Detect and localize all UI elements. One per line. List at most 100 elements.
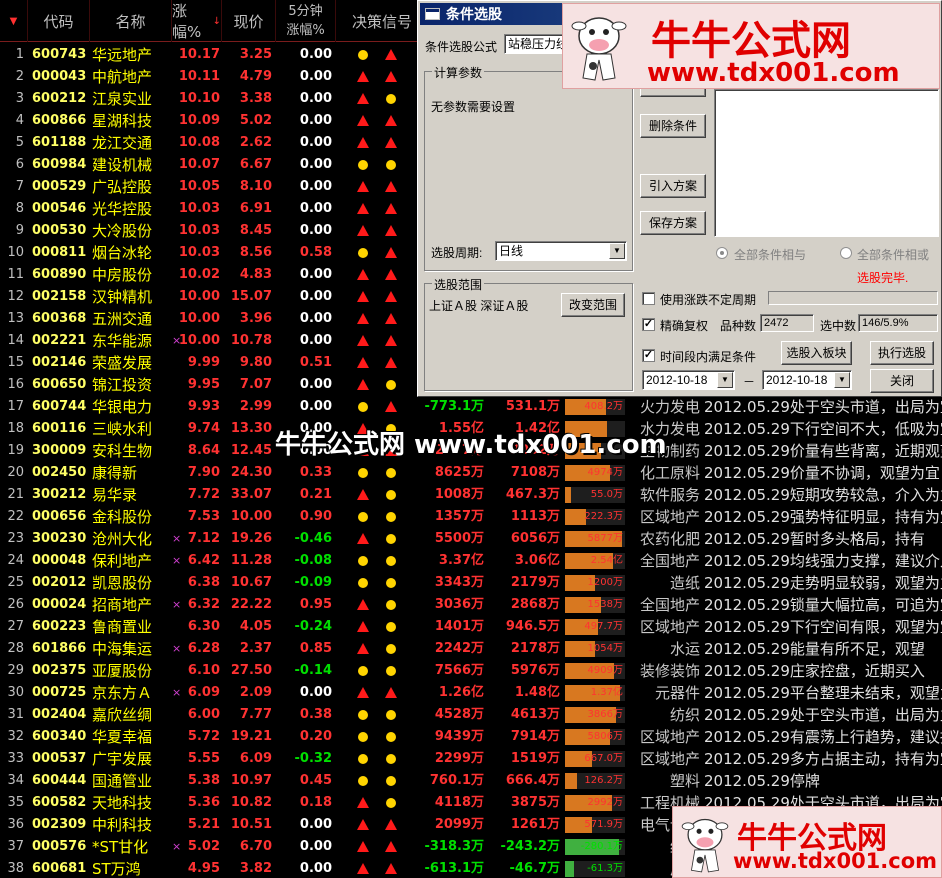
delete-condition-button[interactable]: 删除条件 — [640, 114, 706, 138]
change-5min: 0.00 — [299, 69, 332, 84]
industry: 区域地产 — [639, 508, 700, 526]
signal-1-triangle-icon — [356, 110, 370, 132]
table-row[interactable]: 23 300230 沧州大化 × 7.12 19.26 -0.46 5500万 6056万 587… — [0, 528, 942, 550]
stock-code: 300212 — [32, 487, 87, 502]
table-row[interactable]: 34 600444 国通管业 5.38 10.97 0.45 760.1万 666.4万 126… — [0, 770, 942, 792]
table-row[interactable]: 24 000048 保利地产 × 6.42 11.28 -0.08 3.37亿 3.06亿 2.5… — [0, 550, 942, 572]
change-5min: 0.00 — [299, 91, 332, 106]
row-number: 30 — [7, 685, 24, 700]
stock-name: 广宇发展 — [92, 750, 153, 768]
col-signal[interactable]: 决策信号 — [336, 0, 420, 42]
formula-select[interactable]: 站稳压力线 — [504, 34, 564, 54]
change-pct: 6.30 — [187, 619, 220, 634]
table-row[interactable]: 22 000656 金科股份 7.53 10.00 0.90 1357万 1113万 222.3… — [0, 506, 942, 528]
import-plan-button[interactable]: 引入方案 — [640, 174, 706, 198]
change-5min: -0.08 — [294, 553, 332, 568]
industry: 装修装饰 — [639, 662, 700, 680]
radio-or[interactable] — [840, 247, 852, 259]
table-row[interactable]: 25 002012 凯恩股份 6.38 10.67 -0.09 3343万 2179万 1200… — [0, 572, 942, 594]
table-row[interactable]: 26 000024 招商地产 × 6.32 22.22 0.95 3036万 2868万 1538… — [0, 594, 942, 616]
col-name[interactable]: 名称 — [90, 0, 172, 42]
table-row[interactable]: 32 600340 华夏幸福 5.72 19.21 0.20 9439万 7914万 5806万… — [0, 726, 942, 748]
table-row[interactable]: 20 002450 康得新 7.90 24.30 0.33 8625万 7108万 4974万 化… — [0, 462, 942, 484]
col-5min[interactable]: 5分钟 涨幅% — [276, 0, 336, 42]
change-pct: 8.64 — [187, 443, 220, 458]
stock-name: 龙江交通 — [92, 134, 153, 152]
range-group: 选股范围 上证Ａ股 深证Ａ股 改变范围 — [424, 276, 633, 391]
signal-2-circle-icon — [384, 462, 398, 484]
save-plan-button[interactable]: 保存方案 — [640, 211, 706, 235]
stock-name: 嘉欣丝绸 — [92, 706, 153, 724]
stock-name: 锦江投资 — [92, 376, 153, 394]
period-select[interactable]: 日线 ▼ — [495, 241, 627, 261]
condition-list[interactable] — [714, 89, 939, 237]
to-block-button[interactable]: 选股入板块 — [781, 341, 852, 365]
run-select-button[interactable]: 执行选股 — [870, 341, 934, 365]
signal-2-triangle-icon — [384, 308, 398, 330]
signal-1-triangle-icon — [356, 352, 370, 374]
time-range-checkbox[interactable]: ✓ — [642, 349, 655, 362]
stock-code: 600116 — [32, 421, 87, 436]
net-volume: 3036万 — [434, 597, 484, 612]
fq-checkbox[interactable]: ✓ — [642, 318, 655, 331]
change-pct: 10.03 — [178, 223, 220, 238]
close-button[interactable]: 关闭 — [870, 369, 934, 393]
signal-1-triangle-icon — [356, 484, 370, 506]
stock-name: 华银电力 — [92, 398, 153, 416]
flow-bar: 4909万 — [565, 663, 625, 679]
change-range-button[interactable]: 改变范围 — [561, 293, 625, 317]
flow-bar-value: 5877万 — [587, 533, 623, 544]
net-amount: 531.1万 — [505, 399, 560, 414]
table-row[interactable]: 29 002375 亚厦股份 6.10 27.50 -0.14 7566万 5976万 4909… — [0, 660, 942, 682]
chevron-down-icon[interactable]: ▼ — [609, 243, 625, 259]
signal-2-circle-icon — [384, 770, 398, 792]
analysis-note: 2012.05.29多方占据主动，持有为宜 — [704, 750, 942, 768]
price: 22.22 — [230, 597, 272, 612]
date-to[interactable]: 2012-10-18 ▼ — [762, 370, 852, 390]
row-number: 9 — [15, 223, 24, 238]
col-pct[interactable]: 涨幅% ↓ — [172, 0, 222, 42]
stock-code: 600223 — [32, 619, 87, 634]
industry: 区域地产 — [639, 728, 700, 746]
industry: 火力发电 — [639, 398, 700, 416]
row-number: 28 — [7, 641, 24, 656]
stock-code: 002404 — [32, 707, 87, 722]
table-row[interactable]: 27 600223 鲁商置业 6.30 4.05 -0.24 1401万 946.5万 497.… — [0, 616, 942, 638]
table-row[interactable]: 17 600744 华银电力 9.93 2.99 0.00 -773.1万 531.1万 408… — [0, 396, 942, 418]
change-pct: 10.03 — [178, 245, 220, 260]
analysis-note: 2012.05.29锁量大幅拉高，可追为宜 — [704, 596, 942, 614]
price: 8.56 — [239, 245, 272, 260]
table-row[interactable]: 33 000537 广宇发展 5.55 6.09 -0.32 2299万 1519万 667.0… — [0, 748, 942, 770]
col-price[interactable]: 现价 — [222, 0, 276, 42]
price: 19.21 — [230, 729, 272, 744]
stock-name: 江泉实业 — [92, 90, 153, 108]
table-row[interactable]: 28 601866 中海集运 × 6.28 2.37 0.85 2242万 2178万 1054万… — [0, 638, 942, 660]
flow-bar: 4974万 — [565, 465, 625, 481]
stock-code: 600984 — [32, 157, 87, 172]
sort-arrow-icon[interactable]: ▼ — [0, 0, 28, 42]
date-from[interactable]: 2012-10-18 ▼ — [642, 370, 735, 390]
limit-period-checkbox[interactable] — [642, 292, 655, 305]
stock-code: 600212 — [32, 91, 87, 106]
radio-and[interactable] — [716, 247, 728, 259]
table-row[interactable]: 21 300212 易华录 7.72 33.07 0.21 1008万 467.3万 55.0万… — [0, 484, 942, 506]
signal-1-triangle-icon — [356, 132, 370, 154]
price: 2.37 — [239, 641, 272, 656]
table-row[interactable]: 31 002404 嘉欣丝绸 6.00 7.77 0.38 4528万 4613万 3866万 纺… — [0, 704, 942, 726]
price: 10.51 — [230, 817, 272, 832]
time-range-label: 时间段内满足条件 — [660, 350, 757, 364]
table-row[interactable]: 30 000725 京东方Ａ × 6.09 2.09 0.00 1.26亿 1.48亿 1.37亿… — [0, 682, 942, 704]
stock-name: 金科股份 — [92, 508, 153, 526]
price: 24.30 — [230, 465, 272, 480]
net-volume: 5500万 — [434, 531, 484, 546]
params-text: 无参数需要设置 — [431, 100, 516, 114]
price: 15.07 — [230, 289, 272, 304]
signal-2-triangle-icon — [384, 836, 398, 858]
date-to-dropdown-icon[interactable]: ▼ — [834, 372, 850, 388]
signal-1-triangle-icon — [356, 198, 370, 220]
net-amount: 1.48亿 — [514, 685, 560, 700]
col-code[interactable]: 代码 — [28, 0, 90, 42]
date-from-dropdown-icon[interactable]: ▼ — [717, 372, 733, 388]
change-pct: 9.99 — [187, 355, 220, 370]
stock-name: 沧州大化 — [92, 530, 153, 548]
